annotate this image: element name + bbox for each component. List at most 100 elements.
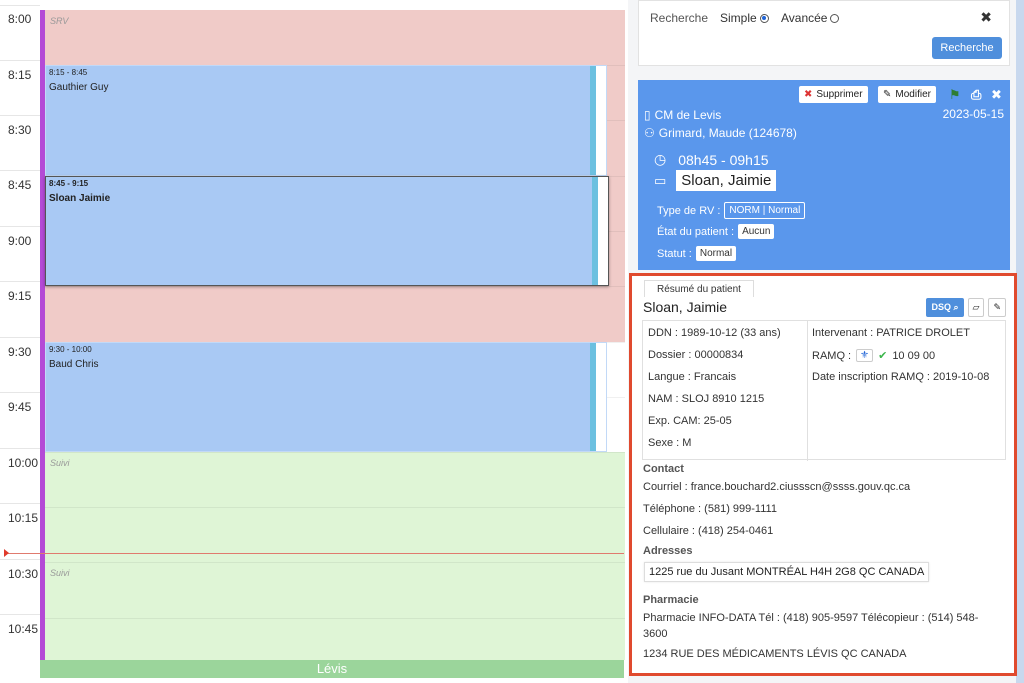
tab-patient-summary[interactable]: Résumé du patient (644, 280, 754, 297)
type-row: Type de RV : NORM | Normal (657, 202, 806, 219)
patient-summary-panel: Résumé du patient Sloan, Jaimie DSQ ⌕ ▱ … (629, 273, 1017, 676)
block-label: Suivi (50, 568, 70, 578)
type-label: Type de RV : (657, 204, 721, 217)
address-value[interactable]: 1225 rue du Jusant MONTRÉAL H4H 2G8 QC C… (644, 562, 930, 582)
time-label: 8:00 (8, 12, 32, 26)
time-divider (0, 115, 40, 116)
status-value[interactable]: Normal (695, 246, 737, 261)
type-value[interactable]: NORM | Normal (724, 202, 806, 219)
info-ramq-date: Date inscription RAMQ : 2019-10-08 (812, 371, 990, 383)
patient-info-box: DDN : 1989-10-12 (33 ans) Dossier : 0000… (642, 320, 1006, 461)
radio-advanced[interactable] (830, 13, 840, 23)
search-option-simple-label: Simple (720, 11, 757, 25)
user-md-icon: ⚇ (644, 126, 655, 140)
info-intervenant: Intervenant : PATRICE DROLET (812, 327, 970, 339)
pencil-icon[interactable]: ✎ (988, 298, 1006, 317)
appointment-gauthier[interactable]: 8:15 - 8:45 Gauthier Guy (45, 65, 607, 176)
dsq-button[interactable]: DSQ ⌕ (926, 298, 964, 317)
expcam-value: 25-05 (703, 415, 732, 427)
info-sexe: Sexe : M (648, 437, 692, 449)
ddn-label: DDN (648, 327, 672, 339)
block-label: Suivi (50, 458, 70, 468)
check-icon: ✔ (878, 350, 888, 362)
edit-button[interactable]: ✎ Modifier (878, 86, 936, 103)
appointment-patient: Gauthier Guy (49, 82, 109, 93)
gridline (45, 618, 625, 619)
delete-button-label: Supprimer (816, 89, 863, 100)
state-value[interactable]: Aucun (738, 224, 775, 239)
email-value[interactable]: france.bouchard2.ciussscn@ssss.gouv.qc.c… (691, 481, 910, 493)
ramq-date-value: 2019-10-08 (933, 371, 990, 383)
patient-name-box[interactable]: Sloan, Jaimie (676, 170, 777, 191)
current-time-line (8, 553, 624, 554)
current-time-arrow-icon (4, 549, 9, 557)
intervenant-value: PATRICE DROLET (876, 327, 970, 339)
expcam-label: Exp. CAM (648, 415, 698, 427)
pharmacy-title: Pharmacie (643, 594, 699, 606)
block-label: SRV (50, 16, 69, 26)
ramq-value: 10 09 00 (892, 349, 936, 362)
time-label: 8:45 (8, 178, 32, 192)
dsq-label: DSQ (931, 302, 951, 312)
folder-open-icon[interactable]: ▱ (967, 298, 985, 317)
close-panel-icon[interactable]: ✖ (991, 87, 1002, 103)
clock-icon: ◷ (654, 151, 667, 167)
radio-simple[interactable] (759, 13, 769, 23)
dossier-label: Dossier (648, 349, 686, 361)
time-divider (0, 5, 40, 6)
appointment-date: 2023-05-15 (942, 107, 1004, 121)
time-divider (0, 448, 40, 449)
provider-name: Grimard, Maude (124678) (658, 126, 797, 140)
fleur-de-lis-icon[interactable]: ⚜ (856, 349, 874, 362)
gridline (45, 452, 625, 453)
appointment-edge (596, 66, 606, 175)
time-label: 9:15 (8, 289, 32, 303)
search-option-simple[interactable]: Simple (720, 11, 769, 25)
nam-label: NAM (648, 393, 673, 405)
time-divider (0, 559, 40, 560)
appointment-patient: Baud Chris (49, 359, 99, 370)
block-suivi-2[interactable]: Suivi (45, 562, 625, 660)
sexe-value: M (682, 437, 692, 449)
time-label: 10:30 (8, 567, 39, 581)
delete-x-icon: ✖ (804, 89, 813, 100)
search-button[interactable]: Recherche (932, 37, 1002, 59)
location-footer[interactable]: Lévis (40, 660, 624, 678)
building-icon: ▯ (644, 108, 651, 122)
search-option-advanced[interactable]: Avancée (781, 11, 840, 25)
nam-value: SLOJ 8910 1215 (681, 393, 765, 405)
right-edge-border (1016, 0, 1024, 683)
info-divider (807, 321, 808, 461)
time-divider (0, 281, 40, 282)
contact-cell: Cellulaire : (418) 254-0461 (643, 525, 774, 537)
sexe-label: Sexe (648, 437, 674, 449)
delete-button[interactable]: ✖ Supprimer (799, 86, 868, 103)
appointment-edge (598, 177, 608, 285)
gridline (45, 286, 625, 287)
print-icon[interactable]: ⎙ (971, 87, 981, 103)
time-divider (0, 60, 40, 61)
search-option-advanced-label: Avancée (781, 11, 828, 25)
time-label: 8:30 (8, 123, 32, 137)
appointment-sloan[interactable]: 8:45 - 9:15 Sloan Jaimie (45, 176, 609, 286)
time-divider (0, 337, 40, 338)
dossier-value: 00000834 (694, 349, 744, 361)
appointment-time: 8:15 - 8:45 (49, 68, 88, 77)
appointment-time: 8:45 - 9:15 (49, 179, 89, 188)
pharmacy-line: Pharmacie INFO-DATA Tél : (418) 905-9597… (643, 612, 979, 640)
cell-value: (418) 254-0461 (698, 525, 774, 537)
status-label: Statut : (657, 247, 692, 260)
appointment-time-range: 08h45 - 09h15 (678, 151, 769, 168)
appointment-status-strip (592, 177, 598, 285)
appointment-time: 9:30 - 10:00 (49, 345, 92, 354)
close-icon[interactable]: ✖ (980, 9, 992, 26)
info-dossier: Dossier : 00000834 (648, 349, 744, 361)
clinic-name: CM de Levis (654, 108, 722, 122)
gridline (45, 562, 625, 563)
appointment-baud[interactable]: 9:30 - 10:00 Baud Chris (45, 342, 607, 452)
info-ddn: DDN : 1989-10-12 (33 ans) (648, 327, 781, 339)
ramq-label: RAMQ : (812, 349, 852, 362)
appointment-status-strip (590, 343, 596, 451)
flag-icon[interactable]: ⚑ (949, 87, 961, 103)
contact-title: Contact (643, 463, 684, 475)
